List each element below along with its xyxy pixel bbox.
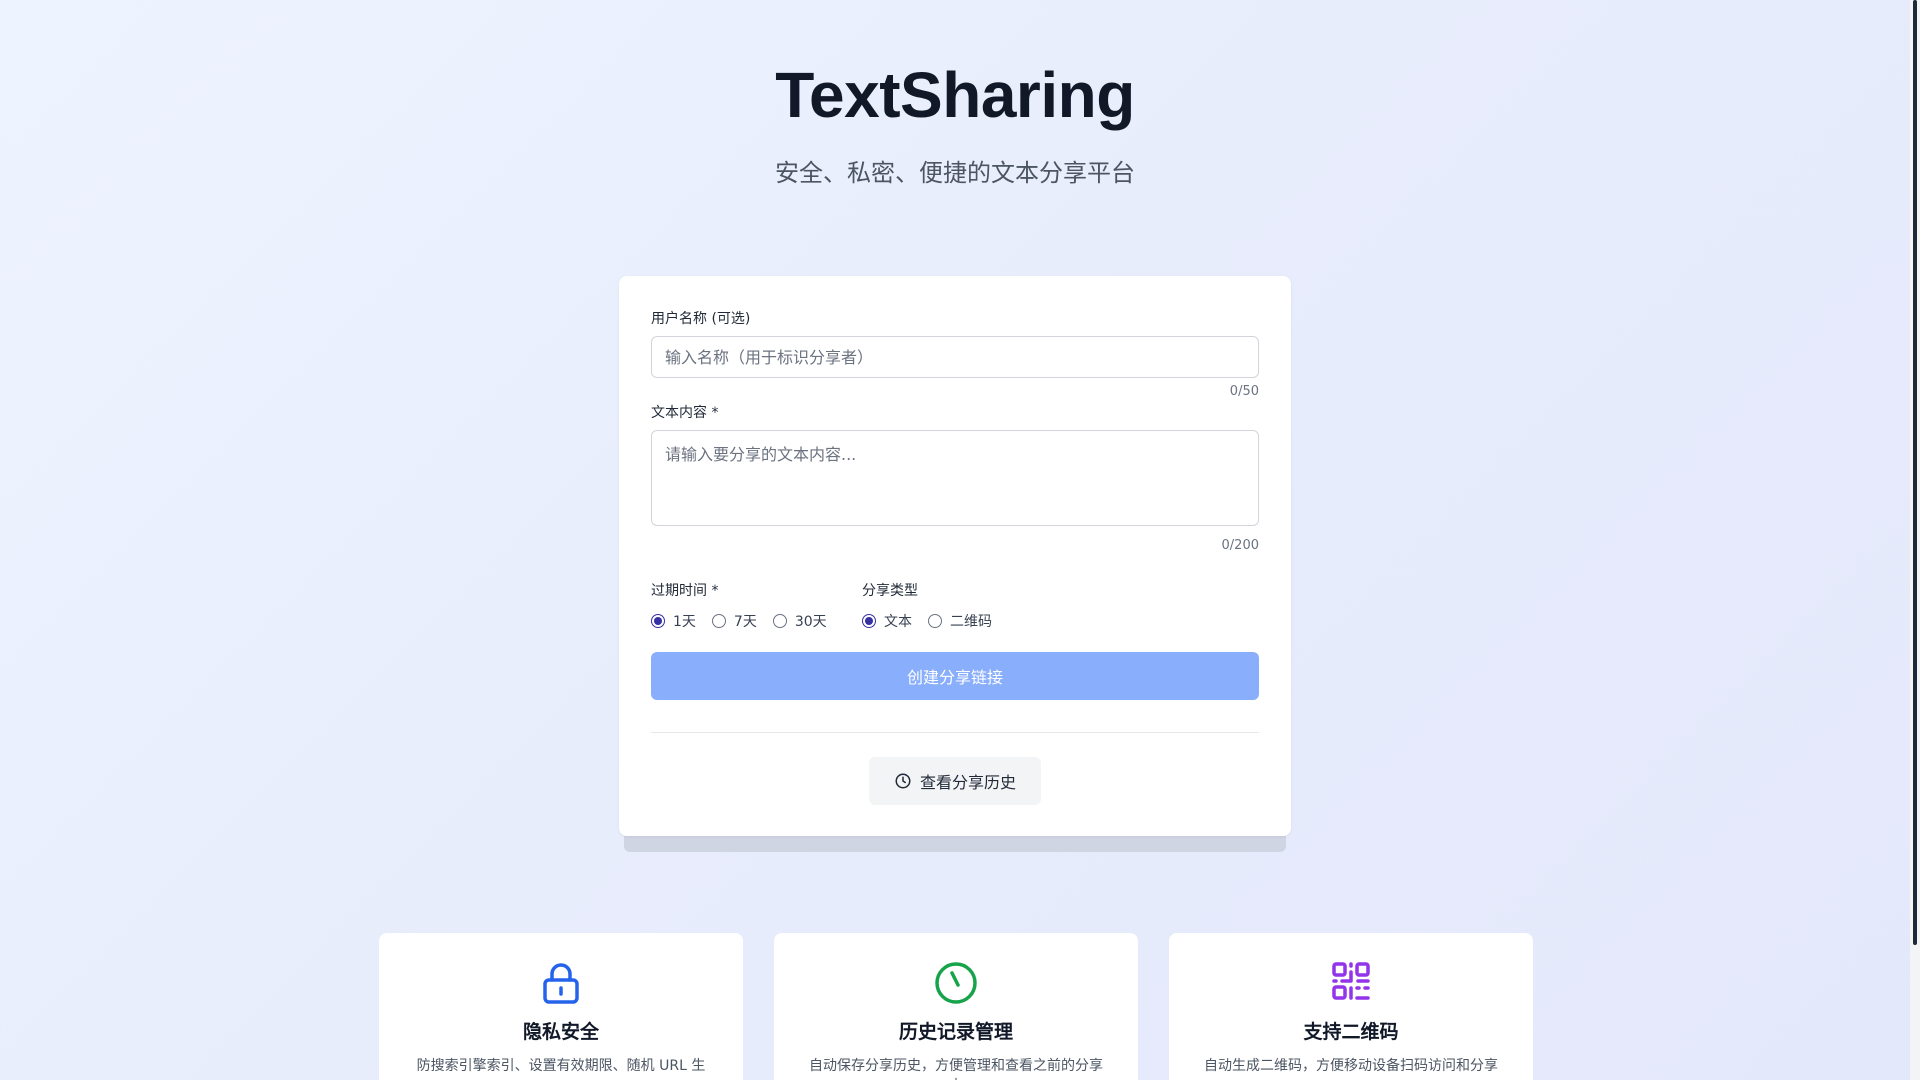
- feature-card-qrcode: 支持二维码 自动生成二维码，方便移动设备扫码访问和分享: [1169, 933, 1533, 1080]
- expiry-option-1d[interactable]: 1天: [651, 611, 696, 631]
- divider: [651, 732, 1259, 733]
- share-type-option-label: 二维码: [950, 614, 992, 630]
- feature-description: 自动保存分享历史，方便管理和查看之前的分享内: [809, 1058, 1103, 1080]
- radio-checked-icon[interactable]: [862, 614, 876, 628]
- radio-unchecked-icon[interactable]: [928, 614, 942, 628]
- page: TextSharing 安全、私密、便捷的文本分享平台 用户名称 (可选) 0/…: [0, 0, 1910, 1080]
- view-history-button[interactable]: 查看分享历史: [869, 757, 1041, 805]
- clock-icon: [935, 962, 977, 1004]
- share-type-options: 文本 二维码: [862, 611, 1008, 631]
- expiry-options: 1天 7天 30天: [651, 611, 843, 631]
- expiry-label: 过期时间 *: [651, 583, 719, 599]
- page-scrollbar[interactable]: [1910, 0, 1920, 1080]
- content-char-count: 0/200: [1221, 538, 1259, 553]
- expiry-option-7d[interactable]: 7天: [711, 611, 757, 631]
- radio-unchecked-icon[interactable]: [772, 614, 787, 628]
- expiry-option-label: 1天: [673, 614, 696, 630]
- app-title: TextSharing: [775, 59, 1135, 131]
- share-form-card: 用户名称 (可选) 0/50 文本内容 * 0/200 过期时间 * 1天 7天…: [619, 276, 1291, 836]
- share-type-option-text[interactable]: 文本: [862, 611, 912, 631]
- expiry-option-30d[interactable]: 30天: [772, 611, 827, 631]
- content-label: 文本内容 *: [651, 405, 719, 421]
- share-type-option-label: 文本: [884, 614, 912, 630]
- scrollbar-thumb[interactable]: [1913, 0, 1917, 945]
- share-type-label: 分享类型: [862, 583, 918, 599]
- radio-checked-icon[interactable]: [651, 614, 665, 628]
- feature-description: 自动生成二维码，方便移动设备扫码访问和分享: [1204, 1058, 1498, 1074]
- username-char-count: 0/50: [1229, 384, 1259, 399]
- app-subtitle: 安全、私密、便捷的文本分享平台: [775, 159, 1135, 187]
- create-share-link-button[interactable]: 创建分享链接: [651, 652, 1259, 700]
- feature-title: 隐私安全: [522, 1021, 599, 1043]
- content-textarea[interactable]: [651, 430, 1259, 526]
- radio-unchecked-icon[interactable]: [711, 614, 726, 628]
- share-type-group: 分享类型 文本 二维码: [862, 582, 1008, 631]
- feature-title: 历史记录管理: [898, 1021, 1013, 1043]
- lock-icon: [543, 963, 579, 1004]
- feature-card-history: 历史记录管理 自动保存分享历史，方便管理和查看之前的分享内: [774, 933, 1138, 1080]
- view-history-label: 查看分享历史: [919, 773, 1016, 792]
- feature-title: 支持二维码: [1303, 1021, 1399, 1043]
- expiry-option-label: 30天: [794, 614, 827, 630]
- feature-card-privacy: 隐私安全 防搜索引擎索引、设置有效期限、随机 URL 生: [379, 933, 743, 1080]
- feature-description: 防搜索引擎索引、设置有效期限、随机 URL 生: [416, 1058, 706, 1074]
- share-type-option-qrcode[interactable]: 二维码: [928, 611, 992, 631]
- qrcode-icon: [1332, 962, 1370, 1000]
- clock-icon: [895, 773, 911, 789]
- expiry-group: 过期时间 * 1天 7天 30天: [651, 582, 843, 631]
- hero-header: TextSharing 安全、私密、便捷的文本分享平台: [0, 55, 1910, 188]
- card-shadow-decoration: [624, 836, 1286, 852]
- username-label: 用户名称 (可选): [651, 311, 751, 327]
- expiry-option-label: 7天: [733, 614, 757, 630]
- username-input[interactable]: [651, 336, 1259, 378]
